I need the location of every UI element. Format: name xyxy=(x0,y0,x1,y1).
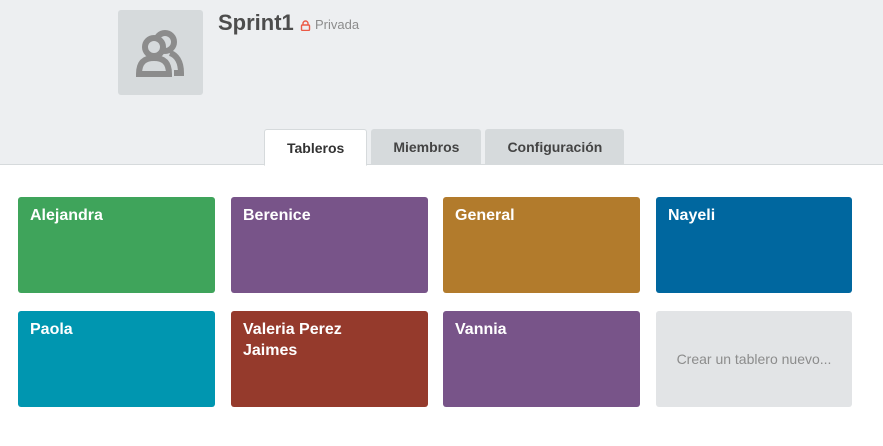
board-tile[interactable]: Valeria Perez Jaimes xyxy=(231,311,428,407)
board-tile[interactable]: Nayeli xyxy=(656,197,852,293)
board-title: Berenice xyxy=(243,207,311,224)
board-title: General xyxy=(455,207,515,224)
team-header: Sprint1 Privada Tableros Miembros Config… xyxy=(0,0,883,166)
board-tile[interactable]: Vannia xyxy=(443,311,640,407)
board-title: Alejandra xyxy=(30,207,103,224)
board-tile[interactable]: Paola xyxy=(18,311,215,407)
board-tile[interactable]: Alejandra xyxy=(18,197,215,293)
team-title: Sprint1 xyxy=(218,10,294,35)
board-title: Nayeli xyxy=(668,207,716,224)
tab-settings[interactable]: Configuración xyxy=(485,129,625,165)
board-title: Vannia xyxy=(455,321,507,338)
team-avatar xyxy=(118,10,203,95)
board-tile[interactable]: General xyxy=(443,197,640,293)
lock-icon xyxy=(300,19,311,31)
tab-members[interactable]: Miembros xyxy=(371,129,482,165)
team-members-icon xyxy=(135,29,184,77)
privacy-label: Privada xyxy=(315,17,360,32)
tab-boards[interactable]: Tableros xyxy=(264,129,368,166)
board-tile[interactable]: Berenice xyxy=(231,197,428,293)
create-board-button[interactable]: Crear un tablero nuevo... xyxy=(656,311,852,407)
board-title: Paola xyxy=(30,321,73,338)
privacy-badge[interactable]: Privada xyxy=(300,17,359,33)
board-title: Valeria Perez Jaimes xyxy=(243,321,342,359)
team-tabs: Tableros Miembros Configuración xyxy=(264,129,625,166)
